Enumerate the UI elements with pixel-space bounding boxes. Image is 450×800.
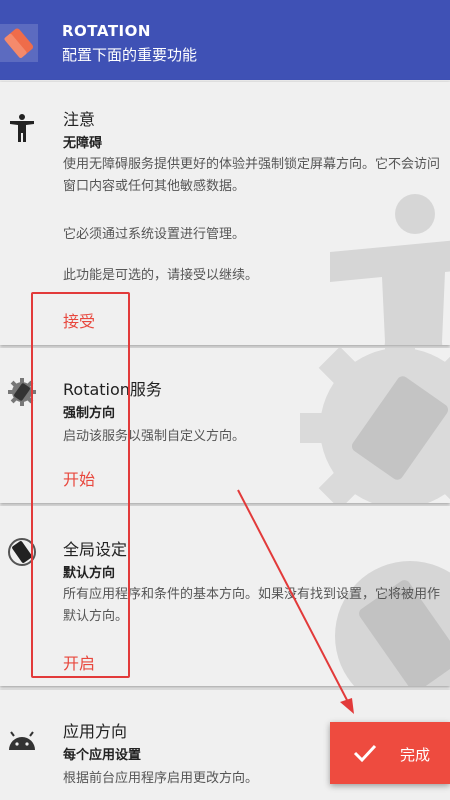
app-title: ROTATION	[62, 22, 151, 40]
start-button[interactable]: 开始	[63, 466, 95, 490]
app-header: ROTATION 配置下面的重要功能	[0, 0, 450, 80]
done-label: 完成	[400, 746, 431, 764]
card-subtitle: 无障碍	[63, 136, 103, 151]
card-description: 使用无障碍服务提供更好的体验并强制锁定屏幕方向。它不会访问窗口内容或任何其他敏感…	[63, 157, 441, 194]
phone-rotate-icon	[8, 538, 36, 566]
accessibility-icon	[10, 114, 34, 142]
card-description: 所有应用程序和条件的基本方向。如果没有找到设置，它将被用作默认方向。	[63, 587, 441, 624]
card-subtitle: 强制方向	[63, 406, 116, 421]
app-subtitle: 配置下面的重要功能	[62, 46, 198, 64]
card-accessibility: 注意 无障碍 使用无障碍服务提供更好的体验并强制锁定屏幕方向。它不会访问窗口内容…	[0, 82, 450, 345]
accept-button[interactable]: 接受	[63, 308, 95, 332]
card-global-settings: 全局设定 默认方向 所有应用程序和条件的基本方向。如果没有找到设置，它将被用作默…	[0, 506, 450, 686]
card-subtitle: 每个应用设置	[63, 748, 142, 763]
card-title: 注意	[63, 110, 96, 129]
check-icon	[353, 744, 377, 763]
enable-button[interactable]: 开启	[63, 650, 95, 674]
card-subtitle: 默认方向	[63, 566, 116, 581]
card-title: 全局设定	[63, 540, 128, 559]
done-button[interactable]: 完成	[330, 722, 450, 784]
card-description: 它必须通过系统设置进行管理。	[63, 227, 246, 242]
card-rotation-service: Rotation服务 强制方向 启动该服务以强制自定义方向。 开始	[0, 348, 450, 503]
card-title: Rotation服务	[63, 380, 162, 399]
card-title: 应用方向	[63, 722, 128, 741]
android-icon	[9, 731, 35, 750]
rotation-app-icon	[0, 24, 38, 62]
card-description: 此功能是可选的，请接受以继续。	[63, 268, 259, 283]
card-description: 启动该服务以强制自定义方向。	[63, 429, 246, 444]
gear-rotation-icon	[8, 378, 36, 406]
